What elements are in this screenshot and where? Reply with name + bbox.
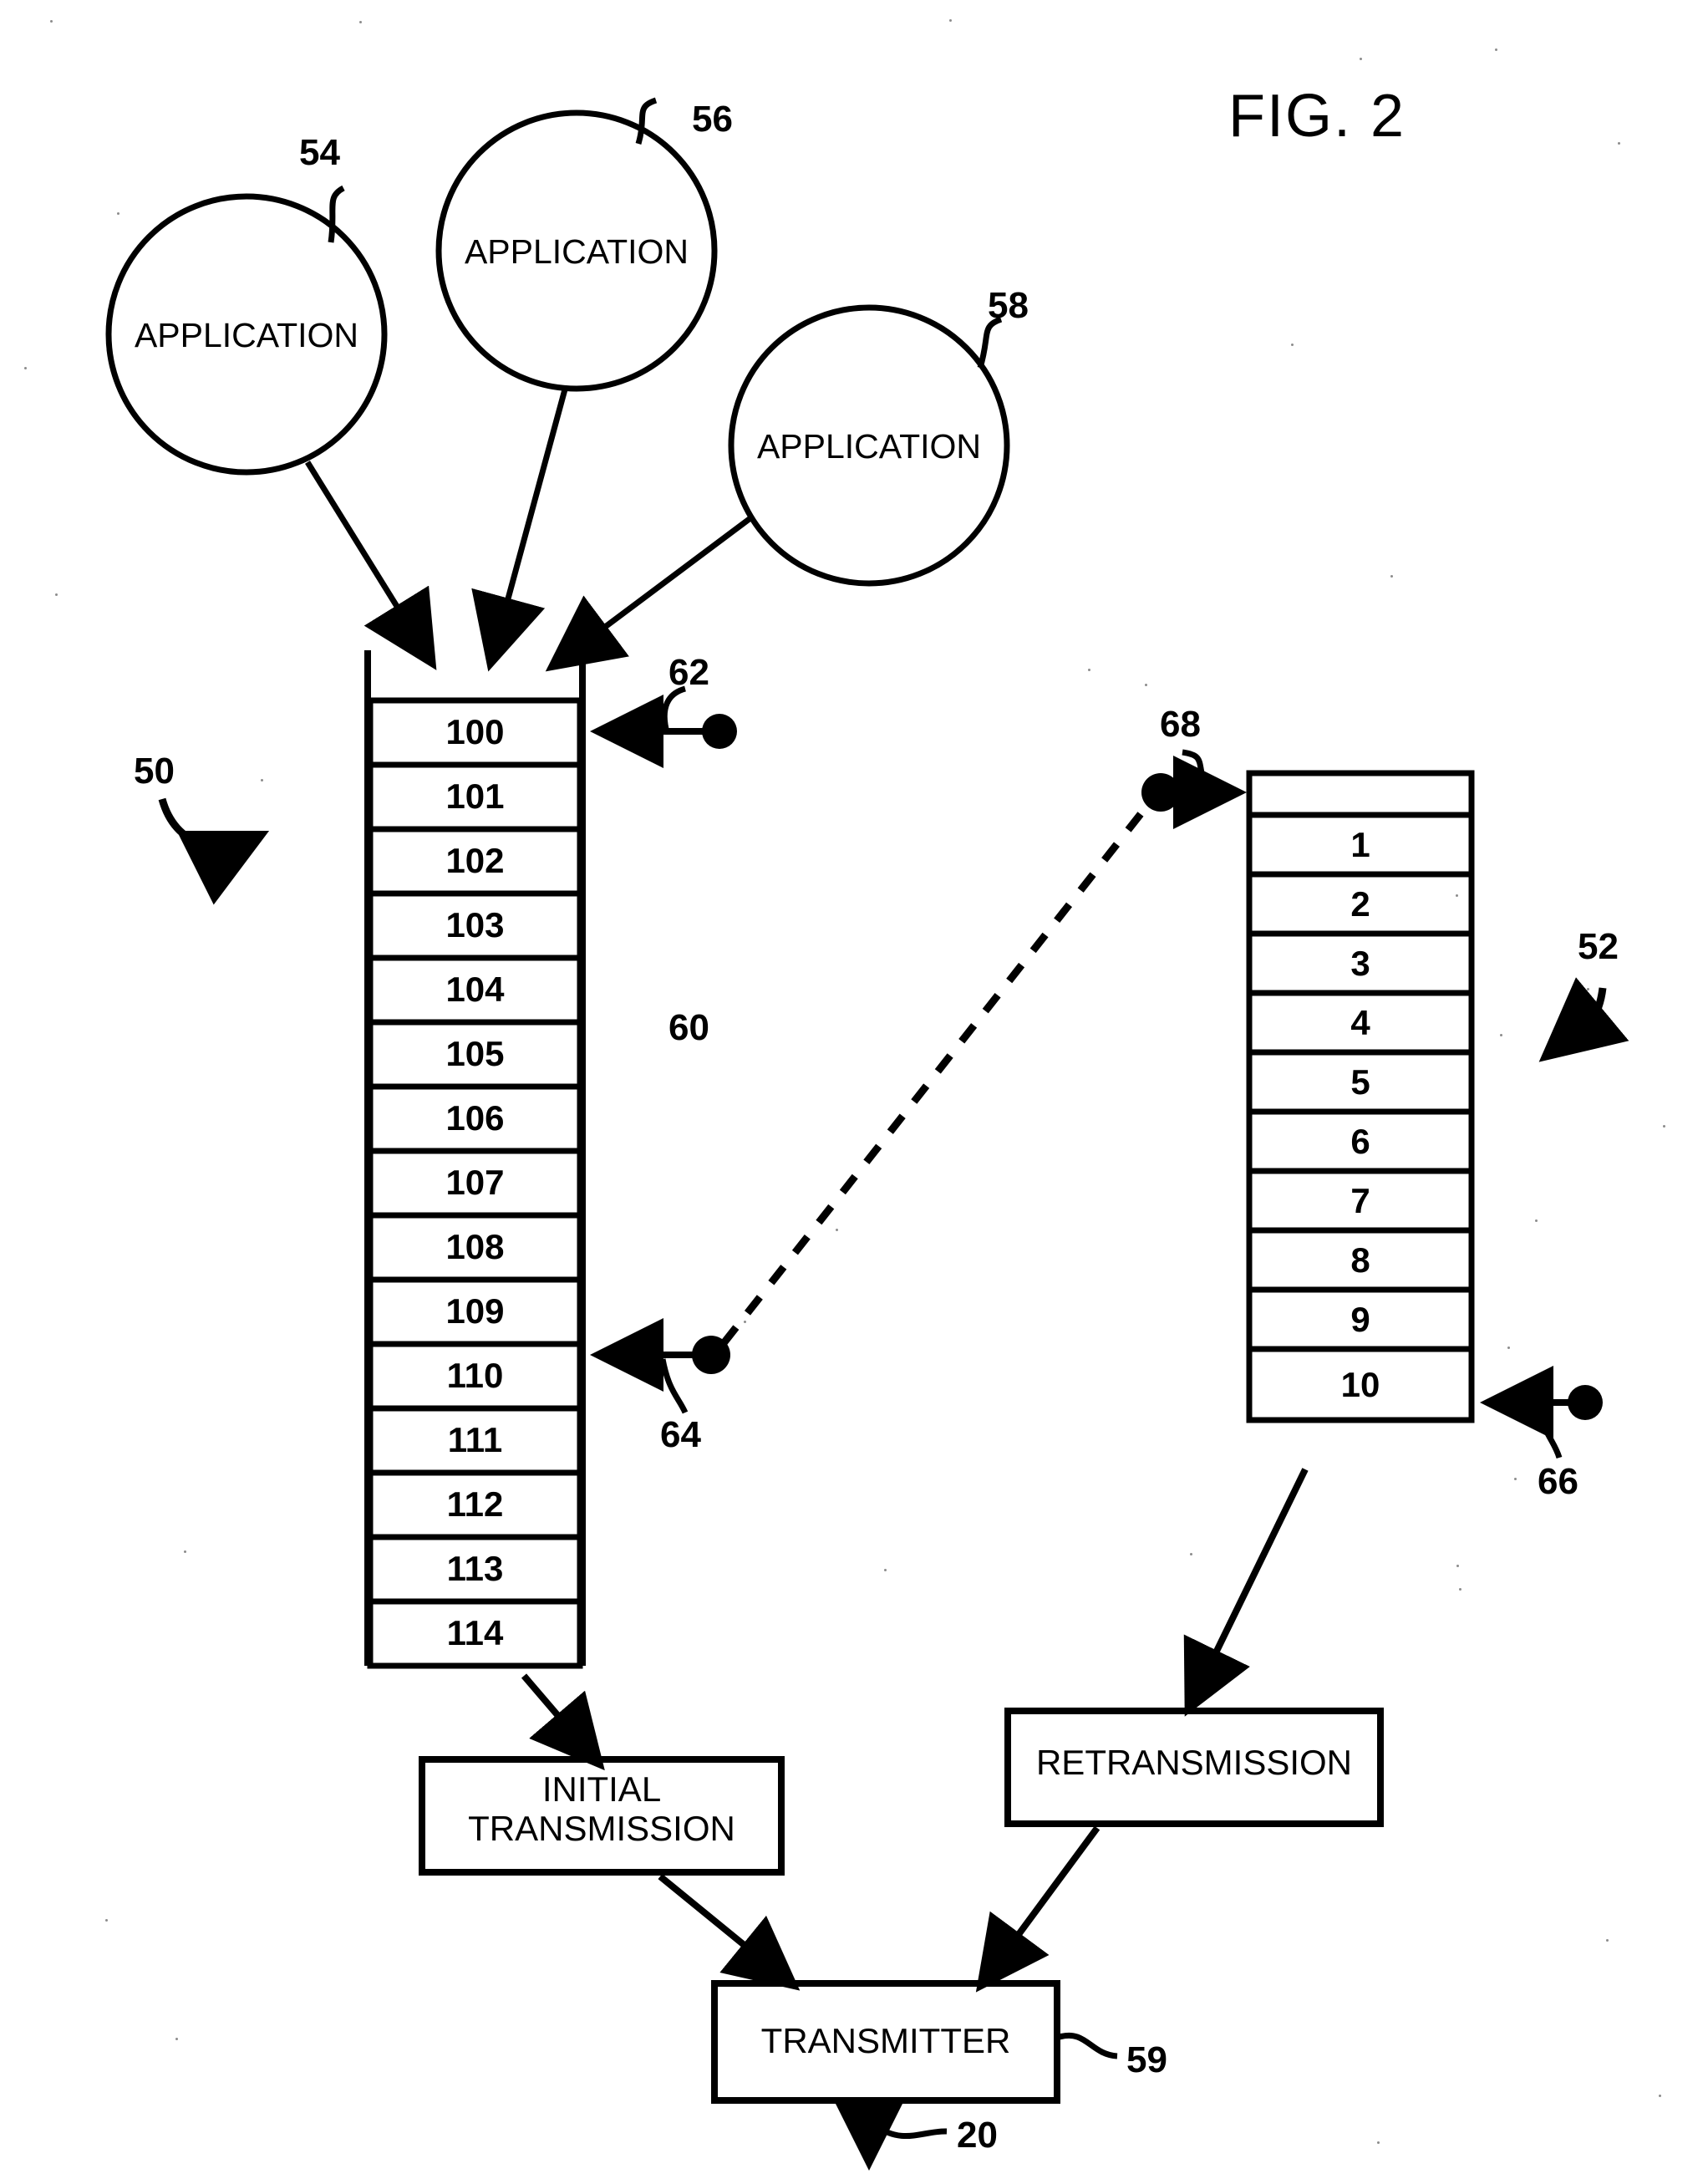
scan-speck xyxy=(24,367,27,369)
scan-speck xyxy=(1088,669,1090,671)
scan-speck xyxy=(1500,1034,1502,1036)
application-label-56: APPLICATION xyxy=(464,232,689,271)
ref-number-66: 66 xyxy=(1538,1461,1578,1502)
retransmit-queue-cell: 10 xyxy=(1340,1365,1380,1404)
ref-number-52: 52 xyxy=(1578,926,1619,967)
ref-number-50: 50 xyxy=(134,751,175,792)
transmit-queue-cell: 110 xyxy=(446,1356,504,1395)
scan-speck xyxy=(175,2038,178,2040)
patent-figure: FIG. 2 APPLICATION APPLICATION APPLICATI… xyxy=(0,0,1708,2184)
scan-speck xyxy=(836,1229,838,1231)
scan-speck xyxy=(1190,1553,1192,1555)
transmit-queue-cell: 105 xyxy=(445,1034,505,1073)
scan-speck xyxy=(1618,142,1620,145)
scan-speck xyxy=(50,20,53,23)
scan-speck xyxy=(1587,988,1589,990)
ref-number-62: 62 xyxy=(668,652,709,693)
scan-speck xyxy=(1663,1125,1665,1128)
leader-line-20 xyxy=(873,2123,948,2140)
retransmit-queue-cell: 7 xyxy=(1350,1181,1370,1220)
scan-speck xyxy=(1456,1565,1459,1567)
dashed-link-60 xyxy=(720,800,1153,1346)
scan-speck xyxy=(55,593,58,596)
initial-transmission-label: INITIAL TRANSMISSION xyxy=(468,1769,735,1849)
transmit-queue-cell: 101 xyxy=(445,776,505,816)
scan-speck xyxy=(1606,1939,1609,1942)
transmit-queue-cell: 112 xyxy=(446,1484,504,1524)
application-label-54: APPLICATION xyxy=(134,316,359,354)
scan-speck xyxy=(105,1919,108,1922)
transmitter-label: TRANSMITTER xyxy=(760,2021,1011,2060)
scan-speck xyxy=(744,1321,746,1323)
scan-speck xyxy=(1390,575,1393,578)
ref-number-64: 64 xyxy=(660,1414,701,1455)
retransmit-queue-cell: 8 xyxy=(1350,1240,1370,1280)
scan-speck xyxy=(184,1550,186,1553)
arrow-retransmission-to-transmitter xyxy=(975,1825,1101,1993)
callout-arrow-50 xyxy=(158,797,270,905)
scan-speck xyxy=(1456,894,1458,897)
retransmit-queue-cell: 3 xyxy=(1350,944,1370,983)
leader-line-66 xyxy=(1535,1407,1563,1459)
arrow-queue-to-retransmission xyxy=(1183,1468,1309,1717)
scan-speck xyxy=(1535,1219,1538,1222)
retransmit-queue-cell: 5 xyxy=(1350,1062,1370,1102)
leader-line-59 xyxy=(1059,2032,1118,2059)
retransmit-queue-cell: 2 xyxy=(1350,884,1370,924)
scan-speck xyxy=(884,1569,887,1571)
retransmit-queue-cell: 6 xyxy=(1350,1122,1370,1161)
leader-line-62 xyxy=(661,685,687,730)
figure-title: FIG. 2 xyxy=(1228,83,1406,150)
transmit-queue-cell: 111 xyxy=(447,1420,503,1459)
transmit-queue-cell: 106 xyxy=(445,1098,505,1138)
arrow-app58-to-queue xyxy=(545,516,753,672)
callout-arrow-52 xyxy=(1538,977,1629,1062)
arrow-app54-to-queue xyxy=(305,461,437,670)
retransmit-queue-cell: 9 xyxy=(1350,1300,1370,1339)
transmit-queue-cell: 113 xyxy=(446,1549,504,1588)
transmit-queue-cell: 102 xyxy=(445,841,505,880)
retransmit-queue-cell: 4 xyxy=(1350,1003,1370,1042)
transmit-queue-cell: 104 xyxy=(445,970,505,1009)
scan-speck xyxy=(117,212,119,215)
scan-speck xyxy=(1659,2095,1661,2097)
ref-number-56: 56 xyxy=(692,99,733,140)
transmit-queue-cell: 103 xyxy=(445,905,505,944)
ref-number-68: 68 xyxy=(1160,704,1201,745)
arrow-queue-to-initial xyxy=(521,1673,605,1771)
transmit-queue-cell: 100 xyxy=(445,712,505,751)
scan-speck xyxy=(1377,2141,1380,2144)
arrow-app56-to-queue xyxy=(471,389,568,672)
scan-speck xyxy=(359,21,362,23)
arrow-initial-to-transmitter xyxy=(658,1873,801,1991)
pointer-62-dot xyxy=(702,714,737,749)
transmit-queue-cell: 114 xyxy=(446,1613,504,1652)
ref-number-60: 60 xyxy=(668,1007,709,1048)
retransmission-label: RETRANSMISSION xyxy=(1035,1743,1353,1782)
scan-speck xyxy=(261,779,263,781)
leader-line-64 xyxy=(659,1358,689,1414)
scan-speck xyxy=(949,19,952,22)
application-label-58: APPLICATION xyxy=(756,427,982,466)
scan-speck xyxy=(1514,1478,1517,1480)
transmit-queue-cell: 109 xyxy=(445,1291,505,1331)
pointer-66-dot xyxy=(1568,1385,1603,1420)
transmit-queue-cell: 107 xyxy=(445,1163,505,1202)
scan-speck xyxy=(1459,1588,1461,1591)
retransmit-queue-cell: 1 xyxy=(1350,825,1370,864)
scan-speck xyxy=(1495,48,1497,51)
ref-number-58: 58 xyxy=(988,285,1029,326)
transmit-queue-cell: 108 xyxy=(445,1227,505,1266)
ref-number-54: 54 xyxy=(299,132,340,173)
scan-speck xyxy=(1507,1347,1510,1349)
scan-speck xyxy=(1291,344,1294,346)
scan-speck xyxy=(1360,58,1362,60)
scan-speck xyxy=(1145,684,1147,686)
ref-number-20: 20 xyxy=(957,2115,998,2156)
leader-line-68 xyxy=(1182,749,1209,792)
ref-number-59: 59 xyxy=(1126,2039,1167,2080)
